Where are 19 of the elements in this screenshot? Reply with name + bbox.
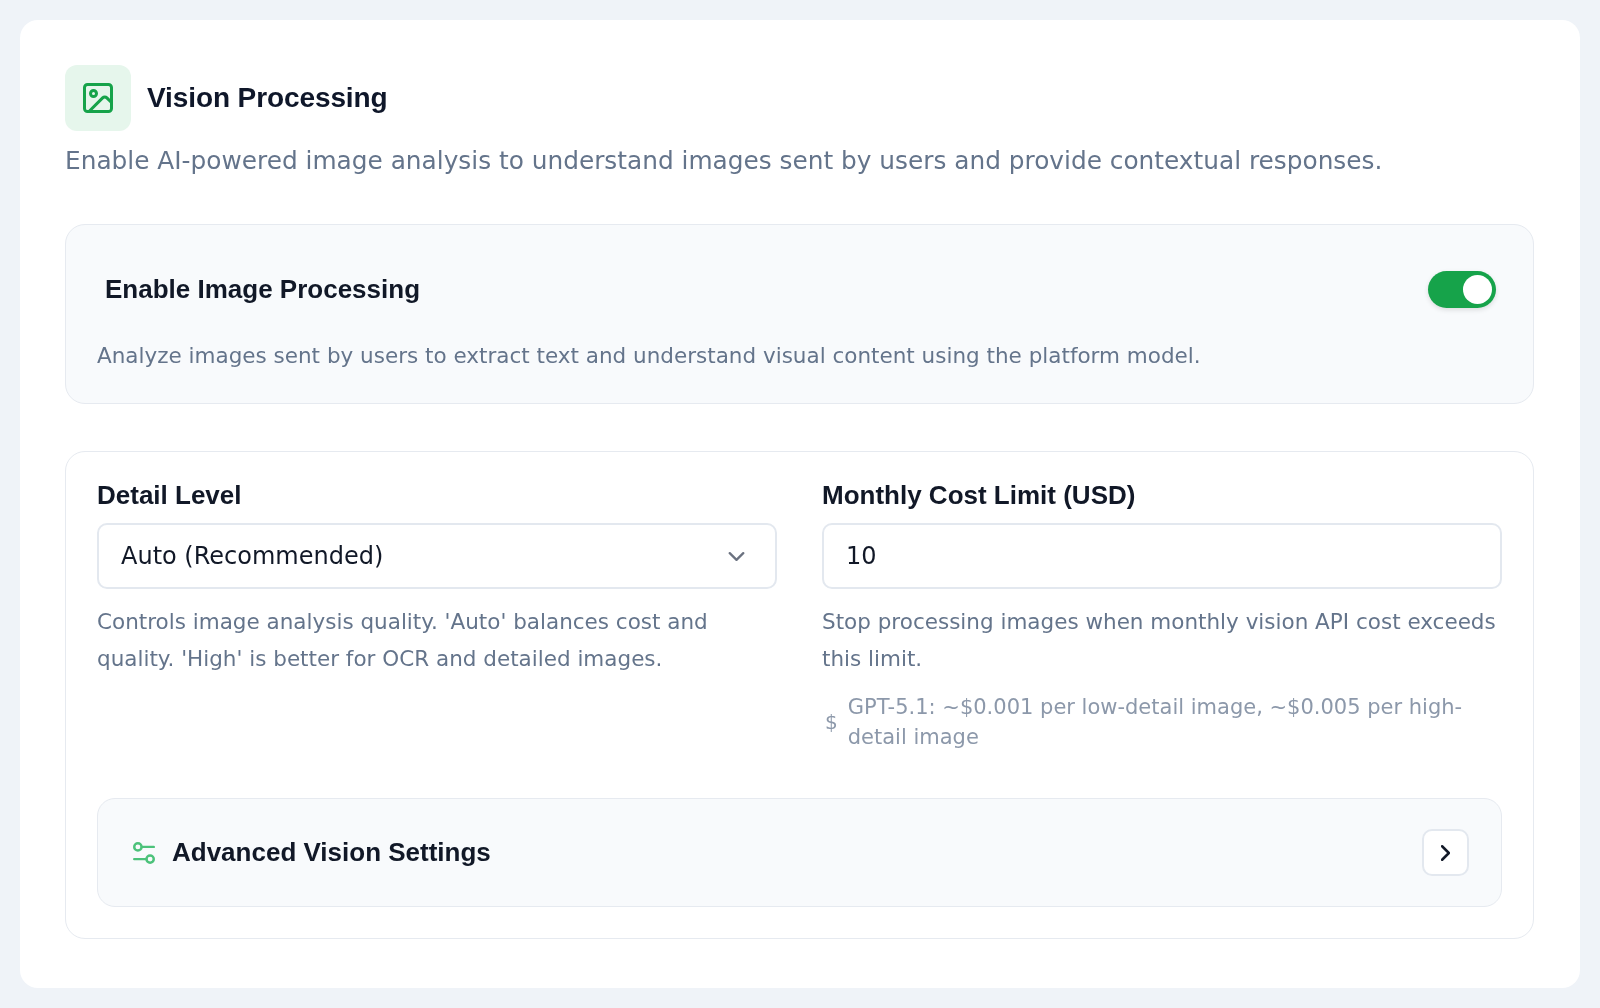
advanced-settings-title: Advanced Vision Settings <box>172 837 491 868</box>
cost-note: GPT-5.1: ~$0.001 per low-detail image, ~$0.005 per high-detail image <box>847 694 1464 751</box>
advanced-settings-panel[interactable]: Advanced Vision Settings <box>97 798 1502 907</box>
enable-title: Enable Image Processing <box>105 273 420 305</box>
section-title: Vision Processing <box>147 82 388 114</box>
field-label: Monthly Cost Limit (USD) <box>822 480 1137 510</box>
help-text: Stop processing images when monthly vision API cost exceeds this limit. <box>822 608 1497 673</box>
cost-limit-input[interactable]: 10 <box>822 523 1502 589</box>
enable-description: Analyze images sent by users to extract text and understand visual content using the platform model. <box>97 342 1202 370</box>
help-text: Controls image analysis quality. 'Auto' balances cost and quality. 'High' is better for OCR and detailed images. <box>97 608 709 673</box>
detail-level-select[interactable]: Auto (Recommended) <box>97 523 777 589</box>
expand-button[interactable] <box>1422 829 1469 876</box>
sliders-icon <box>133 841 155 864</box>
image-icon <box>65 65 131 131</box>
chevron-down-icon <box>728 551 745 561</box>
dollar-icon: $ <box>825 710 838 734</box>
field-label: Detail Level <box>97 480 243 510</box>
section-description: Enable AI-powered image analysis to understand images sent by users and provide contextual responses. <box>65 145 1384 177</box>
toggle-switch[interactable] <box>1428 270 1496 308</box>
